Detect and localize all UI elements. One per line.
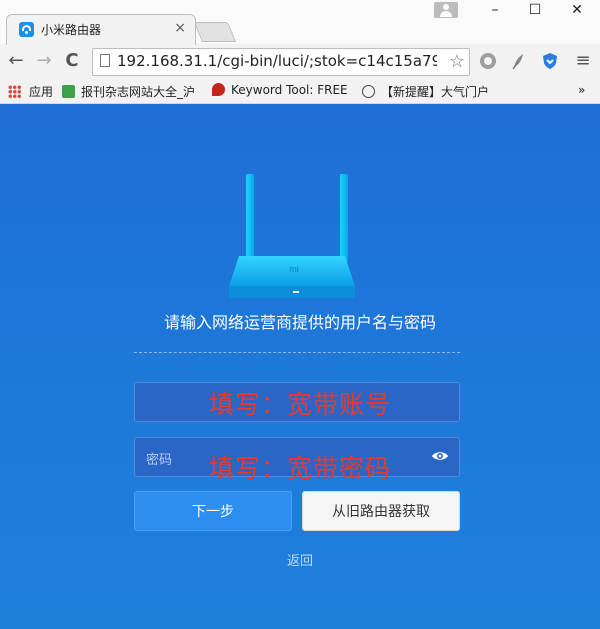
url-text[interactable]: 192.168.31.1/cgi-bin/luci/;stok=c14c15a7… [117,52,437,70]
dashed-divider [134,352,460,353]
wifi-favicon-icon [19,22,34,37]
extension-shield-icon[interactable] [540,51,560,71]
fetch-from-old-router-button[interactable]: 从旧路由器获取 [302,491,460,531]
bookmark-star-icon[interactable]: ☆ [449,51,465,72]
reload-button[interactable]: C [61,50,83,72]
next-step-button[interactable]: 下一步 [134,491,292,531]
address-bar[interactable]: 192.168.31.1/cgi-bin/luci/;stok=c14c15a7… [92,48,470,76]
close-window-button[interactable]: ✕ [560,2,594,18]
tab-strip: 小米路由器 × – ☐ ✕ [0,0,600,45]
bookmark-apps[interactable]: 应用 [8,83,53,100]
keyword-tool-icon [212,83,225,96]
password-annotation: 填写：宽带密码 [208,454,391,483]
bookmark-label: 报刊杂志网站大全_沪 [81,85,196,99]
username-annotation: 填写：宽带账号 [208,390,391,419]
router-setup-page: mi 请输入网络运营商提供的用户名与密码 填写：宽带账号 密码 填写：宽带密码 … [0,104,600,629]
bookmark-portal[interactable]: 【新提醒】大气门户 [362,83,489,100]
router-illustration: mi [229,174,355,298]
wordpress-icon [362,85,375,98]
bookmark-magazine-sites[interactable]: 报刊杂志网站大全_沪 [62,83,195,100]
bookmark-keyword-tool[interactable]: Keyword Tool: FREE [212,83,348,97]
browser-chrome: 小米路由器 × – ☐ ✕ ← → C 192.168.31.1/cgi-bin… [0,0,600,104]
bookmarks-bar: 应用 报刊杂志网站大全_沪 Keyword Tool: FREE 【新提醒】大气… [0,79,600,104]
back-button[interactable]: ← [5,50,27,72]
c-logo-icon [62,85,75,98]
maximize-button[interactable]: ☐ [518,2,552,18]
bookmarks-overflow-button[interactable]: » [578,83,585,97]
minimize-button[interactable]: – [478,2,512,18]
back-link[interactable]: 返回 [0,550,600,569]
forward-button[interactable]: → [33,50,55,72]
extension-feather-icon[interactable] [508,51,528,71]
apps-grid-icon [8,85,21,98]
tab-close-icon[interactable]: × [174,20,186,36]
bookmark-label: 应用 [29,85,54,99]
pppoe-prompt-heading: 请输入网络运营商提供的用户名与密码 [163,313,436,332]
bookmark-label: Keyword Tool: FREE [231,83,348,97]
profile-avatar-icon[interactable] [434,2,458,18]
page-info-icon[interactable] [100,54,110,67]
extension-circle-icon[interactable] [478,51,498,71]
bookmark-label: 【新提醒】大气门户 [381,85,490,99]
router-logo-text: mi [289,264,299,274]
browser-toolbar: ← → C 192.168.31.1/cgi-bin/luci/;stok=c1… [0,45,600,80]
tab-title: 小米路由器 [41,23,102,37]
new-tab-button[interactable] [193,22,237,42]
tab-xiaomi-router[interactable]: 小米路由器 × [6,14,196,45]
browser-menu-button[interactable]: ≡ [572,50,594,72]
